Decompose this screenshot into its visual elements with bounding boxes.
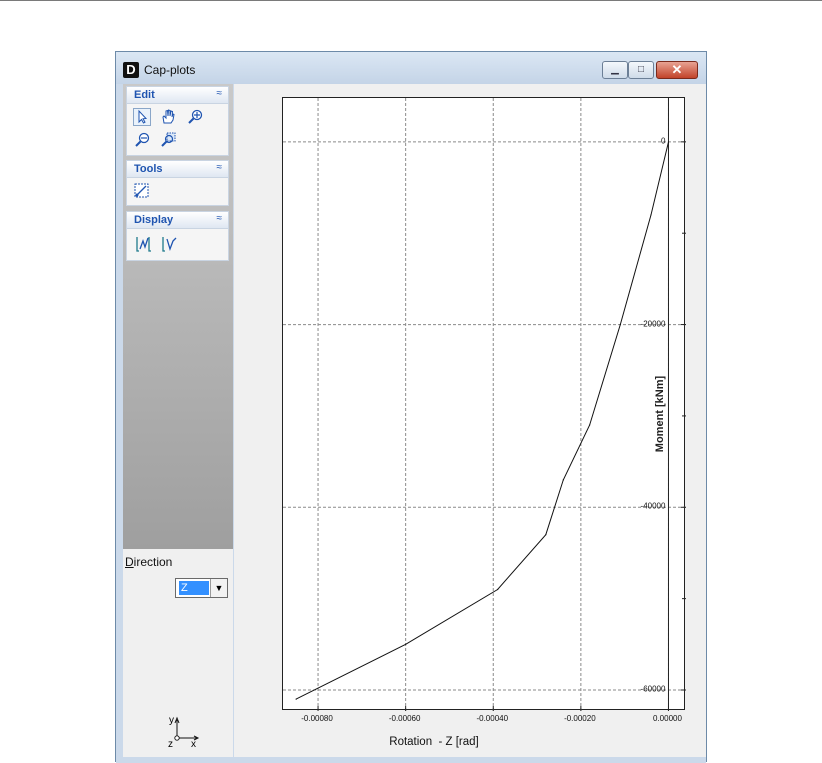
x-tick-label: -0.00080 — [301, 714, 333, 723]
x-tick-label: -0.00060 — [388, 714, 421, 723]
triad-x-label: x — [191, 739, 196, 748]
moment-rotation-chart[interactable] — [283, 98, 686, 711]
display-collapse-icon[interactable]: ≈ — [217, 213, 223, 224]
y-axis-title: Moment [kNm] — [654, 375, 666, 453]
edit-group: Edit ≈ — [126, 86, 229, 156]
x-tick-label: -0.00040 — [476, 714, 509, 723]
display-pointer-icon[interactable] — [161, 235, 179, 253]
tools-group-header[interactable]: Tools ≈ — [127, 161, 228, 178]
chevron-down-icon[interactable]: ▼ — [210, 579, 227, 597]
cap-plots-window: D Cap-plots ▁ □ ✕ Edit ≈ Tools ≈ Display… — [115, 51, 707, 763]
triad-y-label: y — [169, 715, 174, 726]
y-tick-label: 0 — [661, 136, 666, 146]
curve-point — [667, 141, 670, 143]
edit-collapse-icon[interactable]: ≈ — [217, 88, 223, 99]
display-group: Display ≈ — [126, 211, 229, 261]
direction-select[interactable]: Z ▼ — [175, 578, 228, 598]
display-group-header[interactable]: Display ≈ — [127, 212, 228, 229]
tools-collapse-icon[interactable]: ≈ — [217, 162, 223, 173]
zoom-out-icon[interactable] — [133, 131, 151, 149]
plot-frame — [282, 97, 686, 711]
left-panel: Edit ≈ Tools ≈ Display ≈ Direction Z ▼ y… — [123, 84, 233, 757]
curve-point — [562, 479, 564, 481]
moment-rotation-curve — [295, 141, 669, 700]
triad-z-label: z — [168, 739, 173, 748]
maximize-button[interactable]: □ — [628, 61, 654, 79]
display-group-title: Display — [134, 214, 174, 226]
tools-group-title: Tools — [134, 163, 163, 175]
window-bottom-border — [116, 757, 706, 763]
select-arrow-icon[interactable] — [133, 108, 151, 126]
y-tick-label: -60000 — [640, 684, 666, 694]
app-icon: D — [123, 62, 139, 78]
edit-group-title: Edit — [134, 89, 155, 101]
display-curves-icon[interactable] — [135, 235, 153, 253]
curve-point — [405, 643, 407, 645]
measure-icon[interactable] — [133, 182, 151, 200]
zoom-in-icon[interactable] — [186, 108, 204, 126]
tools-row — [133, 182, 155, 202]
y-tick-label: -40000 — [640, 501, 666, 511]
top-rule — [0, 0, 822, 1]
x-tick-label: 0.00000 — [653, 714, 682, 723]
edit-tools-row-2 — [133, 131, 181, 151]
axis-triad-icon: y z x — [168, 715, 200, 748]
zoom-window-icon[interactable] — [159, 131, 177, 149]
display-tools-row — [135, 235, 183, 255]
curve-point — [545, 534, 547, 536]
curve-point — [650, 214, 652, 216]
curve-point — [497, 588, 499, 591]
direction-selected-value: Z — [179, 581, 209, 595]
y-tick-label: -20000 — [640, 319, 666, 329]
curve-point — [295, 698, 297, 700]
edit-group-header[interactable]: Edit ≈ — [127, 87, 228, 104]
edit-tools-row-1 — [133, 108, 208, 128]
plot-area: Rotation - Z [rad] Moment [kNm] -0.00080… — [234, 84, 706, 757]
direction-label: Direction — [125, 555, 172, 569]
x-tick-label: -0.00020 — [564, 714, 596, 723]
minimize-button[interactable]: ▁ — [602, 61, 628, 79]
tools-group: Tools ≈ — [126, 160, 229, 206]
hand-pan-icon[interactable] — [159, 108, 177, 126]
direction-label-text: irection — [133, 555, 173, 569]
title-bar[interactable]: D Cap-plots ▁ □ ✕ — [116, 52, 706, 84]
window-title: Cap-plots — [144, 63, 196, 77]
direction-label-accelerator: D — [125, 555, 134, 569]
curve-point — [589, 424, 591, 426]
x-axis-title: Rotation - Z [rad] — [389, 736, 479, 748]
close-button[interactable]: ✕ — [656, 61, 698, 79]
